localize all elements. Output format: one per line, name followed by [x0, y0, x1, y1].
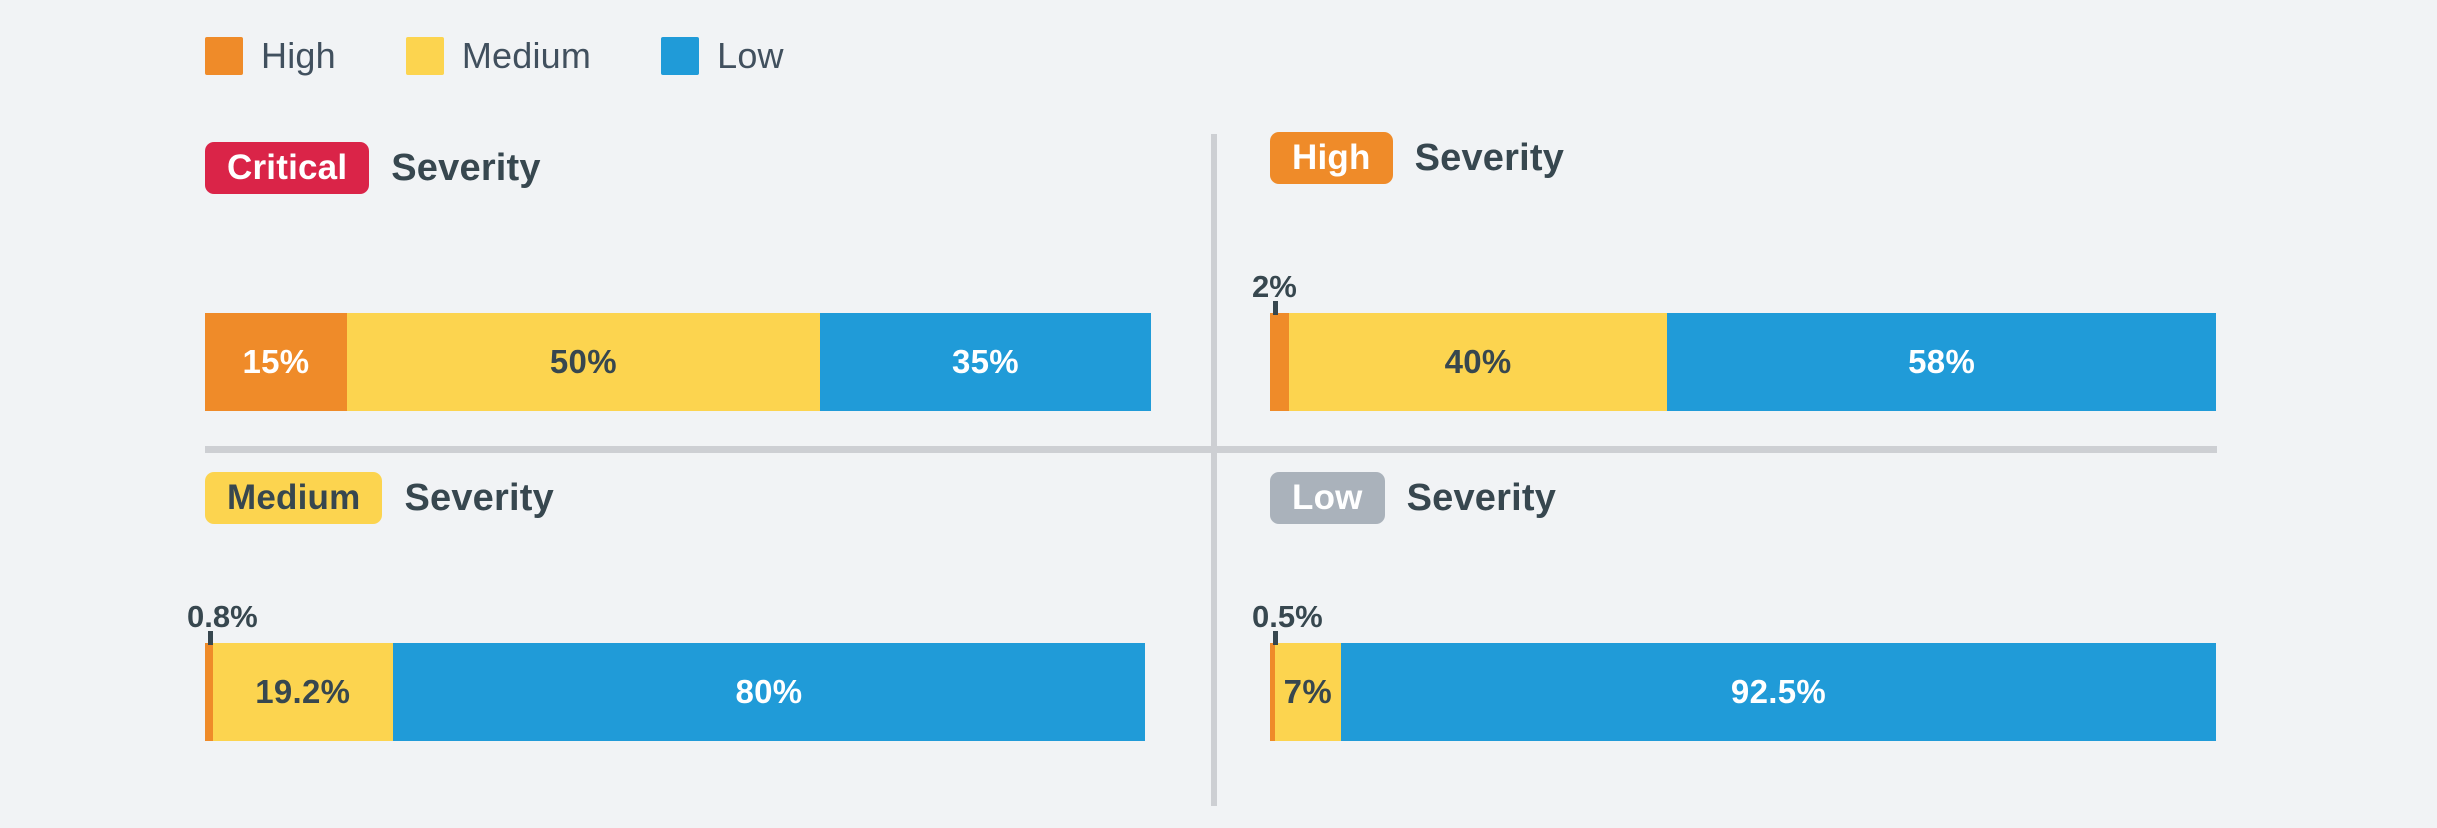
bar-segment-label: 35% [951, 343, 1019, 380]
bar-segment-low-medium[interactable]: 7% [1274, 643, 1341, 741]
stacked-bar-low: 0.5%7%92.5% [1270, 643, 2216, 741]
bar-segment-label: 15% [242, 343, 310, 380]
bar-segment-label: 50% [549, 343, 617, 380]
bar-segment-label: 92.5% [1730, 673, 1826, 710]
panel-header-low: Low Severity [1270, 470, 2216, 526]
legend-item-low[interactable]: Low [661, 35, 784, 77]
panel-critical-severity: Critical Severity 15% 50% 35% [205, 140, 1151, 411]
bar-segment-high-high[interactable]: 2% [1270, 313, 1289, 411]
bar-segment-label: 58% [1908, 343, 1976, 380]
severity-badge-low: Low [1270, 472, 1385, 524]
legend-swatch-low-icon [661, 37, 700, 75]
bar-segment-high-medium[interactable]: 40% [1288, 313, 1668, 411]
callout-label-medium: 0.8% [187, 599, 258, 634]
panel-medium-severity: Medium Severity 0.8% 19.2% 80% 0.8% [187, 470, 1151, 741]
callout-label-high: 2% [1252, 269, 1297, 304]
legend-label-medium: Medium [461, 35, 592, 76]
legend-item-high[interactable]: High [205, 35, 336, 77]
bar-segment-medium-medium[interactable]: 19.2% [212, 643, 393, 741]
legend-swatch-medium-icon [405, 37, 444, 75]
panel-header-high: High Severity [1270, 130, 2216, 186]
chart-legend: High Medium Low [205, 34, 784, 78]
severity-badge-medium: Medium [205, 472, 383, 524]
callout-leader-medium [208, 631, 213, 645]
panel-low-severity: Low Severity 0.5%7%92.5%0.5% [1252, 470, 2216, 741]
bar-segment-label: 7% [1283, 673, 1332, 710]
bar-segment-low-low[interactable]: 92.5% [1340, 643, 2216, 741]
panel-header-medium: Medium Severity [205, 470, 1151, 526]
severity-badge-critical: Critical [205, 142, 370, 194]
callout-leader-low [1273, 631, 1278, 645]
legend-label-high: High [261, 35, 336, 76]
bar-segment-medium-high[interactable]: 0.8% [205, 643, 213, 741]
callout-label-low: 0.5% [1252, 599, 1323, 634]
legend-label-low: Low [717, 35, 784, 76]
severity-distribution-chart: High Medium Low Critical Severity 15% 50%… [0, 0, 2437, 828]
bar-segment-high-low[interactable]: 58% [1667, 313, 2216, 411]
panel-title-suffix-medium: Severity [404, 476, 554, 519]
stacked-bar-medium: 0.8% 19.2% 80% [205, 643, 1145, 741]
severity-badge-high: High [1270, 132, 1393, 184]
panel-divider-horizontal [205, 446, 2217, 453]
bar-segment-label: 80% [735, 673, 803, 710]
bar-segment-critical-medium[interactable]: 50% [346, 313, 820, 411]
panel-title-suffix-low: Severity [1406, 476, 1557, 519]
bar-segment-label: 19.2% [255, 673, 351, 710]
panel-high-severity: High Severity 2% 40% 58% 2% [1252, 130, 2216, 411]
legend-item-medium[interactable]: Medium [405, 35, 592, 77]
panel-title-suffix-critical: Severity [391, 146, 541, 189]
bar-segment-critical-high[interactable]: 15% [205, 313, 347, 411]
stacked-bar-high: 2% 40% 58% [1270, 313, 2216, 411]
stacked-bar-critical: 15% 50% 35% [205, 313, 1151, 411]
bar-segment-medium-low[interactable]: 80% [392, 643, 1145, 741]
legend-swatch-high-icon [205, 37, 243, 75]
panel-divider-vertical [1211, 134, 1217, 806]
bar-segment-critical-low[interactable]: 35% [819, 313, 1151, 411]
bar-segment-label: 40% [1444, 343, 1512, 380]
panel-title-suffix-high: Severity [1414, 136, 1565, 179]
panel-header-critical: Critical Severity [205, 140, 1151, 196]
callout-leader-high [1273, 301, 1278, 315]
